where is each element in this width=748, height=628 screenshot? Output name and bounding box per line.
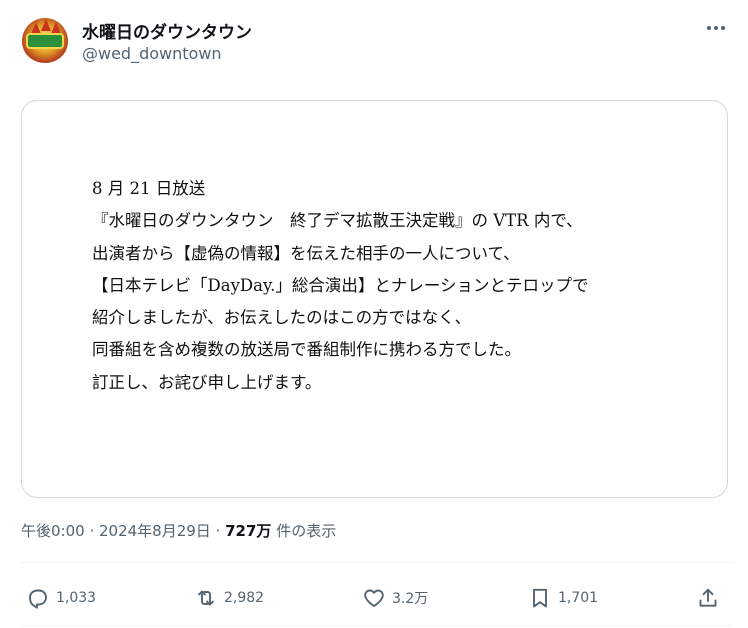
statement-line: 出演者から【虚偽の情報】を伝えた相手の一人について、	[92, 243, 520, 263]
avatar[interactable]	[22, 18, 68, 64]
statement-line: 8 月 21 日放送	[92, 179, 206, 198]
correction-statement: 8 月 21 日放送 『水曜日のダウンタウン 終了デマ拡散王決定戦』の VTR …	[92, 173, 589, 399]
attached-image[interactable]: 8 月 21 日放送 『水曜日のダウンタウン 終了デマ拡散王決定戦』の VTR …	[21, 100, 728, 498]
divider	[21, 625, 734, 626]
statement-line: 【日本テレビ「DayDay.」総合演出】とナレーションとテロップで	[92, 275, 589, 295]
views-label: 件の表示	[271, 522, 337, 540]
action-bar: 1,033 2,982 3.2万 1,701	[0, 580, 748, 616]
views-count[interactable]: 727万	[225, 522, 271, 540]
more-dots-icon	[714, 26, 718, 30]
share-icon	[699, 588, 717, 607]
statement-line: 訂正し、お詫び申し上げます。	[92, 372, 322, 392]
reply-count: 1,033	[56, 590, 97, 606]
avatar-decoration	[41, 19, 51, 31]
divider	[21, 562, 734, 563]
user-handle[interactable]: @wed_downtown	[82, 44, 222, 63]
more-dots-icon	[707, 26, 711, 30]
avatar-logo-band	[26, 33, 64, 49]
reply-button[interactable]: 1,033	[26, 580, 96, 616]
share-button[interactable]	[696, 580, 720, 616]
retweet-count: 2,982	[224, 590, 265, 606]
statement-line: 『水曜日のダウンタウン 終了デマ拡散王決定戦』の VTR 内で、	[92, 211, 583, 231]
meta-separator: ·	[210, 522, 226, 540]
bookmark-count: 1,701	[558, 590, 599, 606]
retweet-button[interactable]: 2,982	[194, 580, 264, 616]
statement-line: 紹介しましたが、お伝えしたのはこの方ではなく、	[92, 308, 472, 328]
statement-line: 同番組を含め複数の放送局で番組制作に携わる方でした。	[92, 340, 521, 360]
tweet-meta: 午後0:00 · 2024年8月29日 · 727万 件の表示	[21, 520, 336, 541]
bookmark-button[interactable]: 1,701	[528, 580, 598, 616]
post-time[interactable]: 午後0:00	[21, 522, 85, 540]
like-count: 3.2万	[392, 591, 429, 607]
retweet-icon	[198, 590, 214, 606]
meta-separator: ·	[84, 522, 99, 540]
tweet-header: 水曜日のダウンタウン @wed_downtown	[22, 14, 734, 70]
heart-icon	[364, 589, 384, 607]
post-date[interactable]: 2024年8月29日	[99, 522, 211, 540]
bookmark-icon	[533, 588, 547, 608]
reply-icon	[29, 589, 47, 609]
like-button[interactable]: 3.2万	[362, 580, 428, 616]
more-options-button[interactable]	[702, 16, 730, 40]
more-dots-icon	[721, 26, 725, 30]
display-name[interactable]: 水曜日のダウンタウン	[82, 18, 252, 43]
